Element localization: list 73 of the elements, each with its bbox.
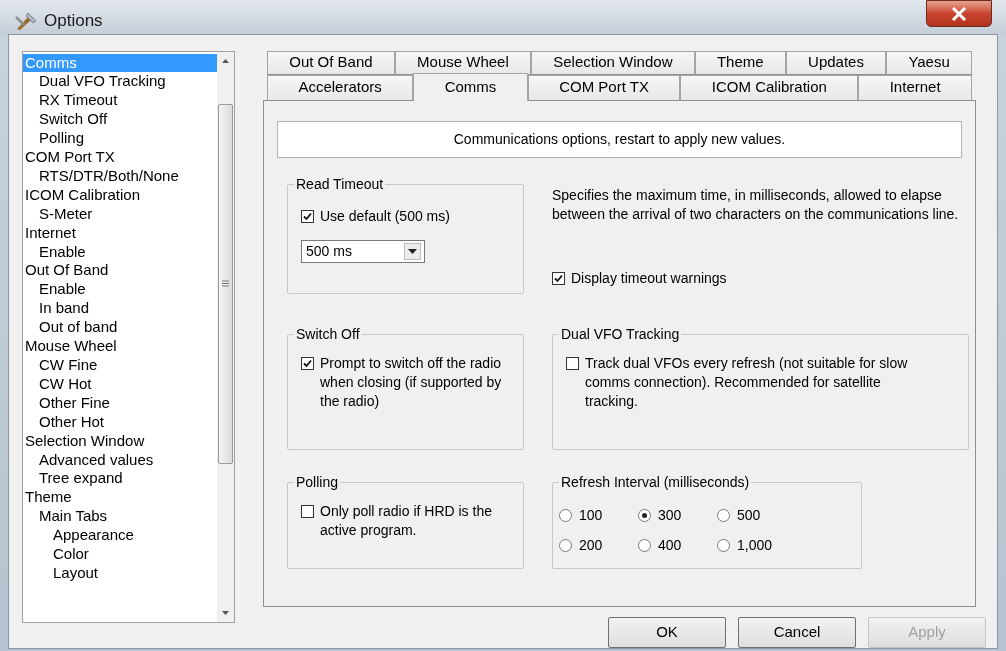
tree-item[interactable]: Internet	[23, 223, 76, 243]
tools-icon	[14, 10, 38, 31]
radio-button[interactable]	[717, 538, 730, 552]
radio-label: 1,000	[737, 535, 773, 555]
checkbox[interactable]	[566, 356, 579, 370]
checkbox-label: Use default (500 ms)	[320, 206, 450, 226]
tree-item[interactable]: Appearance	[23, 526, 134, 546]
description-banner: Communications options, restart to apply new values.	[277, 120, 962, 158]
tree-item[interactable]: Switch Off	[23, 110, 108, 130]
tree-item[interactable]: CW Hot	[23, 374, 92, 394]
dialog-button[interactable]: OK	[608, 616, 726, 648]
dropdown[interactable]: 500 ms	[301, 239, 425, 263]
tab[interactable]: Theme	[694, 50, 786, 75]
tree-item[interactable]: In band	[23, 299, 90, 319]
radio-label: 500	[737, 505, 761, 525]
close-icon	[951, 6, 967, 21]
tree-item[interactable]: Advanced values	[23, 450, 154, 470]
tab[interactable]: Internet	[858, 74, 972, 101]
scrollbar-thumb[interactable]	[218, 103, 233, 464]
tree-item[interactable]: CW Fine	[23, 356, 98, 375]
tree-item[interactable]: ICOM Calibration	[23, 185, 141, 205]
tab[interactable]: Accelerators	[267, 74, 414, 101]
checkbox-label: Only poll radio if HRD is the active program.	[320, 501, 493, 540]
tab[interactable]: Selection Window	[531, 50, 695, 75]
tab[interactable]: Yaesu	[886, 50, 973, 75]
tree-item[interactable]: S-Meter	[23, 204, 93, 224]
radio-button[interactable]	[559, 538, 572, 552]
tree-item[interactable]: Color	[23, 545, 89, 564]
tree-item[interactable]: Other Fine	[23, 393, 110, 413]
checkbox[interactable]	[301, 209, 314, 223]
tree-item[interactable]: Other Hot	[23, 412, 105, 432]
tree-item[interactable]: Enable	[23, 280, 86, 300]
tab[interactable]: ICOM Calibration	[680, 74, 859, 101]
tab[interactable]: COM Port TX	[527, 74, 681, 101]
tab[interactable]: Mouse Wheel	[394, 50, 531, 75]
tree-item[interactable]: Dual VFO Tracking	[23, 72, 166, 92]
tree-item[interactable]: Out Of Band	[23, 261, 109, 281]
radio-button[interactable]	[638, 508, 651, 522]
scrollbar[interactable]	[217, 51, 234, 622]
tab[interactable]: Comms	[413, 72, 528, 101]
tab[interactable]: Out Of Band	[267, 50, 395, 75]
grip-icon	[222, 280, 229, 287]
radio-button[interactable]	[638, 538, 651, 552]
window-title: Options	[44, 10, 103, 32]
tree-item[interactable]: COM Port TX	[23, 148, 115, 167]
checkbox-label: Track dual VFOs every refresh (not suitable for slow comms connection). Recommended for satellite tracking.	[585, 353, 909, 411]
timeout-help-text: Specifies the maximum time, in milliseconds, allowed to elapse between the arrival of two characters on the communications line.	[552, 185, 960, 224]
tree-item[interactable]: Mouse Wheel	[23, 337, 117, 356]
radio-label: 100	[579, 505, 603, 525]
radio-label: 300	[658, 505, 682, 525]
tree-item[interactable]: Out of band	[23, 318, 118, 338]
tree-item[interactable]: RX Timeout	[23, 91, 118, 111]
tree-item[interactable]: Layout	[23, 563, 99, 583]
checkbox[interactable]	[301, 504, 314, 518]
checkbox-label: Display timeout warnings	[571, 268, 727, 288]
dialog-button[interactable]: Cancel	[738, 616, 856, 648]
radio-button[interactable]	[717, 508, 730, 522]
close-button[interactable]	[926, 0, 992, 27]
tree-item[interactable]: RTS/DTR/Both/None	[23, 166, 179, 186]
tree-item[interactable]: Main Tabs	[23, 507, 108, 527]
radio-label: 200	[579, 535, 603, 555]
tree-item[interactable]: Tree expand	[23, 469, 123, 489]
checkbox[interactable]	[301, 356, 314, 370]
tree-item[interactable]: Polling	[23, 129, 85, 149]
dropdown-arrow-icon	[408, 248, 417, 254]
radio-button[interactable]	[559, 508, 572, 522]
checkbox-label: Prompt to switch off the radio when closing (if supported by the radio)	[320, 353, 503, 411]
tree-item[interactable]: Enable	[23, 242, 86, 262]
tab[interactable]: Updates	[785, 50, 887, 75]
checkbox[interactable]	[552, 271, 565, 285]
radio-label: 400	[658, 535, 682, 555]
tree-item[interactable]: Theme	[23, 488, 72, 508]
tree-item[interactable]: Selection Window	[23, 431, 145, 451]
